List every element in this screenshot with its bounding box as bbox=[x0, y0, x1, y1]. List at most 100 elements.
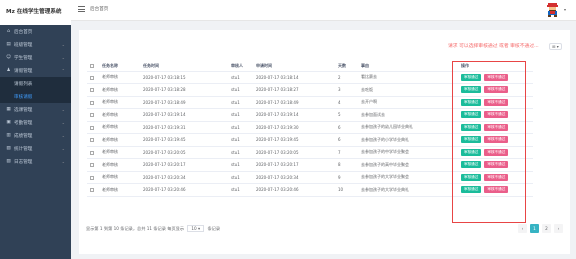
cell-days: 2 bbox=[335, 71, 358, 84]
cell-actions: 审核通过 审核不通过 bbox=[458, 121, 533, 134]
approve-button[interactable]: 审核通过 bbox=[461, 148, 482, 156]
chevron-down-icon: ⌄ bbox=[61, 133, 65, 138]
reject-button[interactable]: 审核不通过 bbox=[484, 161, 509, 169]
cell-task-name: 老师审核 bbox=[99, 133, 140, 147]
cell-reviewer: stu1 bbox=[228, 96, 253, 109]
col-days[interactable]: 天数 bbox=[335, 61, 358, 72]
reject-button[interactable]: 审核不通过 bbox=[484, 148, 509, 156]
chart-icon: ▥ bbox=[6, 133, 11, 138]
breadcrumb[interactable]: 后台首页 bbox=[90, 6, 108, 12]
cell-task-time: 2020-07-17 03:20:05 bbox=[140, 146, 228, 159]
sidebar-item-0[interactable]: ⌂ 后台首页 bbox=[0, 25, 71, 38]
approve-button[interactable]: 审核通过 bbox=[461, 73, 482, 81]
next-page-icon[interactable]: › bbox=[554, 224, 563, 233]
sidebar-item-label: 考勤管理 bbox=[14, 120, 33, 126]
select-all-checkbox[interactable] bbox=[87, 61, 99, 72]
approve-button[interactable]: 审核通过 bbox=[461, 161, 482, 169]
sidebar-item-label: 学生管理 bbox=[14, 55, 33, 61]
sidebar-item-label: 后台首页 bbox=[14, 29, 33, 35]
cell-task-time: 2020-07-17 03:18:28 bbox=[140, 83, 228, 97]
cell-reviewer: stu1 bbox=[228, 71, 253, 84]
sidebar-item-2[interactable]: ☺ 学生管理 ⌄ bbox=[0, 51, 71, 64]
chevron-down-icon: ⌄ bbox=[61, 55, 65, 60]
avatar[interactable] bbox=[545, 2, 560, 18]
columns-toggle-button[interactable]: ⊞ ▾ bbox=[549, 43, 562, 50]
cell-days: 6 bbox=[335, 121, 358, 134]
reject-button[interactable]: 审核不通过 bbox=[484, 98, 509, 106]
approve-button[interactable]: 审核通过 bbox=[461, 98, 482, 106]
reject-button[interactable]: 审核不通过 bbox=[484, 111, 509, 119]
reject-button[interactable]: 审核不通过 bbox=[484, 186, 509, 194]
sidebar-item-8[interactable]: ▥ 成绩管理 ⌄ bbox=[0, 129, 71, 142]
approve-button[interactable]: 审核通过 bbox=[461, 111, 482, 119]
clipboard-icon: ▣ bbox=[6, 120, 11, 125]
col-task-time[interactable]: 任务时间 bbox=[140, 61, 228, 72]
sidebar-item-label: 日志管理 bbox=[14, 159, 33, 165]
cell-actions: 审核通过 审核不通过 bbox=[458, 96, 533, 109]
row-checkbox[interactable] bbox=[87, 146, 99, 159]
table-row[interactable]: 老师审核 2020-07-17 03:19:45 stu1 2020-07-17 03… bbox=[87, 133, 533, 147]
reject-button[interactable]: 审核不通过 bbox=[484, 73, 509, 81]
sidebar-item-10[interactable]: ▨ 日志管理 ⌄ bbox=[0, 155, 71, 168]
cell-reason: 去参加孩子的中学毕业聚会 bbox=[358, 146, 458, 159]
page-2-button[interactable]: 2 bbox=[542, 224, 551, 233]
col-reviewer[interactable]: 审核人 bbox=[228, 61, 253, 72]
reject-button[interactable]: 审核不通过 bbox=[484, 123, 509, 131]
page-1-button[interactable]: 1 bbox=[530, 224, 539, 233]
sidebar-item-7[interactable]: ▣ 考勤管理 ⌄ bbox=[0, 116, 71, 129]
approve-button[interactable]: 审核通过 bbox=[461, 173, 482, 181]
row-checkbox[interactable] bbox=[87, 158, 99, 172]
table-row[interactable]: 老师审核 2020-07-17 03:18:15 stu1 2020-07-17 03… bbox=[87, 71, 533, 84]
hamburger-icon[interactable] bbox=[78, 6, 85, 12]
user-menu-caret-icon[interactable]: ▾ bbox=[564, 7, 566, 12]
row-checkbox[interactable] bbox=[87, 71, 99, 84]
reject-button[interactable]: 审核不通过 bbox=[484, 173, 509, 181]
row-checkbox[interactable] bbox=[87, 171, 99, 184]
col-apply-time[interactable]: 申请时间 bbox=[253, 61, 335, 72]
cell-actions: 审核通过 审核不通过 bbox=[458, 146, 533, 159]
row-checkbox[interactable] bbox=[87, 133, 99, 147]
reject-button[interactable]: 审核不通过 bbox=[484, 86, 509, 94]
row-checkbox[interactable] bbox=[87, 183, 99, 197]
col-reason[interactable]: 事由 bbox=[358, 61, 458, 72]
prev-page-icon[interactable]: ‹ bbox=[518, 224, 527, 233]
sidebar-item-3[interactable]: ♟ 请假管理 ⌃ bbox=[0, 64, 71, 77]
col-task-name[interactable]: 任务名称 bbox=[99, 61, 140, 72]
reject-button[interactable]: 审核不通过 bbox=[484, 136, 509, 144]
hint-text: 请求 可以选择审核通过 或者 审核不通过... bbox=[448, 44, 539, 49]
cell-reason: 去参加孩子的小学毕业典礼 bbox=[358, 133, 458, 147]
table-row[interactable]: 老师审核 2020-07-17 03:19:31 stu1 2020-07-17 03… bbox=[87, 121, 533, 134]
approve-button[interactable]: 审核通过 bbox=[461, 136, 482, 144]
home-icon: ⌂ bbox=[7, 29, 10, 34]
approve-button[interactable]: 审核通过 bbox=[461, 86, 482, 94]
table-row[interactable]: 老师审核 2020-07-17 03:20:34 stu1 2020-07-17 03… bbox=[87, 171, 533, 184]
row-checkbox[interactable] bbox=[87, 96, 99, 109]
approve-button[interactable]: 审核通过 bbox=[461, 186, 482, 194]
sidebar-item-6[interactable]: ▦ 选课管理 ⌄ bbox=[0, 103, 71, 116]
page-size-select[interactable]: 10 ▾ bbox=[187, 225, 205, 232]
cell-reviewer: stu1 bbox=[228, 108, 253, 122]
row-checkbox[interactable] bbox=[87, 108, 99, 122]
cell-task-name: 老师审核 bbox=[99, 121, 140, 134]
table-row[interactable]: 老师审核 2020-07-17 03:20:05 stu1 2020-07-17 03… bbox=[87, 146, 533, 159]
table-row[interactable]: 老师审核 2020-07-17 03:18:28 stu1 2020-07-17 03… bbox=[87, 83, 533, 97]
cell-task-time: 2020-07-17 03:19:45 bbox=[140, 133, 228, 147]
cell-task-name: 老师审核 bbox=[99, 171, 140, 184]
table-row[interactable]: 老师审核 2020-07-17 03:18:49 stu1 2020-07-17 03… bbox=[87, 96, 533, 109]
table-row[interactable]: 老师审核 2020-07-17 03:20:17 stu1 2020-07-17 03… bbox=[87, 158, 533, 172]
book-icon: ▤ bbox=[6, 42, 11, 47]
row-checkbox[interactable] bbox=[87, 83, 99, 97]
cell-apply-time: 2020-07-17 03:20:05 bbox=[253, 146, 335, 159]
table-row[interactable]: 老师审核 2020-07-17 03:20:46 stu1 2020-07-17 03… bbox=[87, 183, 533, 197]
sidebar-item-1[interactable]: ▤ 班级管理 ⌄ bbox=[0, 38, 71, 51]
table-row[interactable]: 老师审核 2020-07-17 03:19:14 stu1 2020-07-17 03… bbox=[87, 108, 533, 122]
sidebar-item-9[interactable]: ▧ 统计管理 ⌄ bbox=[0, 142, 71, 155]
sidebar-item-5[interactable]: 审核请假 bbox=[0, 90, 71, 103]
cell-days: 5 bbox=[335, 108, 358, 122]
row-checkbox[interactable] bbox=[87, 121, 99, 134]
approve-button[interactable]: 审核通过 bbox=[461, 123, 482, 131]
records-suffix: 条记录 bbox=[207, 226, 221, 231]
cell-task-name: 老师审核 bbox=[99, 183, 140, 197]
cell-apply-time: 2020-07-17 03:20:34 bbox=[253, 171, 335, 184]
sidebar-item-4[interactable]: 请假列表 bbox=[0, 77, 71, 90]
